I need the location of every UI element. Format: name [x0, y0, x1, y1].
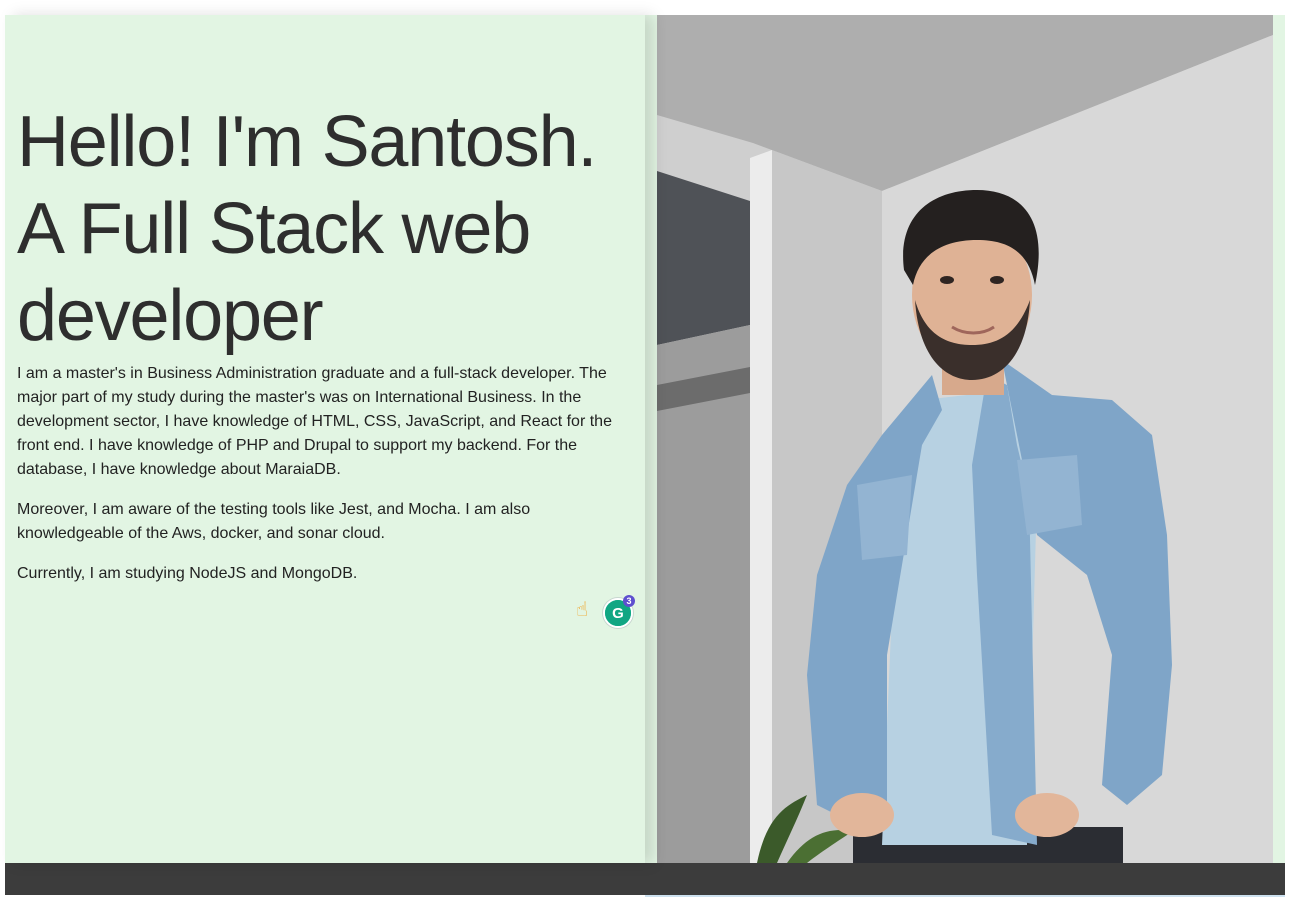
pointing-finger-icon[interactable]: ☝ [576, 599, 588, 621]
hero-heading-line-3: developer [17, 276, 324, 356]
hero-heading-line-1: Hello! I'm Santosh. [17, 102, 597, 182]
grammarly-button[interactable]: G 3 [603, 595, 635, 628]
page-container: Hello! I'm Santosh. A Full Stack web dev… [5, 15, 1285, 863]
profile-photo [657, 15, 1273, 863]
hero-heading: Hello! I'm Santosh. A Full Stack web dev… [17, 99, 632, 360]
bio-section: I am a master's in Business Administrati… [17, 362, 629, 602]
bottom-accent-line [645, 895, 1285, 897]
grammarly-badge-count: 3 [623, 595, 635, 607]
profile-photo-illustration [657, 15, 1273, 863]
bio-paragraph-education: I am a master's in Business Administrati… [17, 365, 612, 478]
bio-paragraph-current: Currently, I am studying NodeJS and Mong… [17, 565, 358, 582]
bio-paragraph-tools: Moreover, I am aware of the testing tool… [17, 501, 531, 542]
hero-heading-line-2: A Full Stack web [17, 189, 531, 269]
svg-text:G: G [612, 605, 624, 622]
footer-bar [5, 863, 1285, 895]
intro-panel: Hello! I'm Santosh. A Full Stack web dev… [5, 15, 645, 863]
